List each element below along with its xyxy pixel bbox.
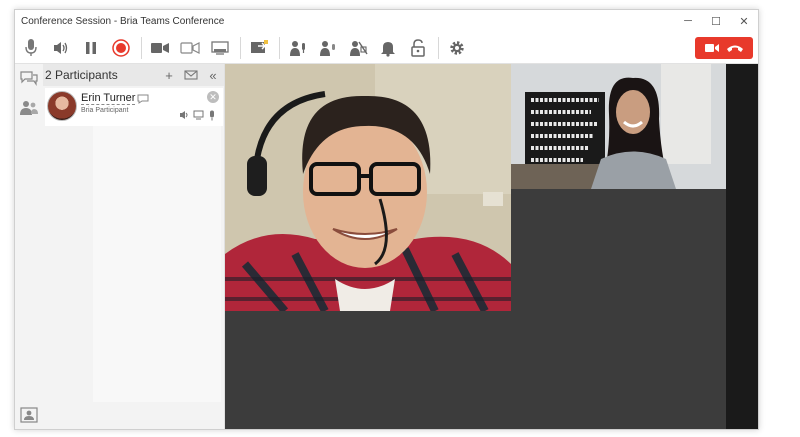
window-title: Conference Session - Bria Teams Conferen… <box>21 15 225 27</box>
lock-button[interactable] <box>406 35 430 61</box>
speaker-button[interactable] <box>49 35 73 61</box>
close-button[interactable]: ✕ <box>730 10 758 32</box>
hang-up-icon <box>726 45 743 52</box>
minimize-button[interactable]: ─ <box>674 10 702 32</box>
people-icon <box>20 101 38 115</box>
participant-name: Erin Turner <box>81 92 136 105</box>
record-icon <box>112 38 130 57</box>
invite-email-button[interactable] <box>180 64 202 86</box>
chat-icon[interactable] <box>137 91 149 109</box>
participant-row[interactable]: Erin Turner Bria Participant ✕ <box>45 88 223 126</box>
mute-participant-icon <box>320 40 335 56</box>
mute-all-icon <box>290 40 305 56</box>
toolbar-separator <box>279 36 280 59</box>
video-off-icon <box>180 41 200 54</box>
participants-header: 2 Participants + « <box>43 64 224 86</box>
video-camera-icon <box>151 42 169 53</box>
chat-bubbles-icon <box>20 71 38 86</box>
notifications-button[interactable] <box>376 35 400 61</box>
app-window: Conference Session - Bria Teams Conferen… <box>14 9 759 430</box>
pause-icon <box>86 41 96 54</box>
video-button[interactable] <box>148 35 172 61</box>
record-button[interactable] <box>109 35 133 61</box>
participants-panel: 2 Participants + « Erin Turner Bria Part… <box>43 64 225 429</box>
toolbar-separator <box>438 36 439 59</box>
participants-rail-button[interactable] <box>19 98 39 118</box>
gear-icon <box>450 40 464 55</box>
mute-all-button[interactable] <box>286 35 310 61</box>
collapse-panel-button[interactable]: « <box>202 64 224 86</box>
mute-video-button[interactable] <box>346 35 370 61</box>
end-call-button[interactable] <box>695 37 753 59</box>
bell-icon <box>381 41 395 57</box>
call-toolbar <box>15 32 758 64</box>
mute-video-icon <box>350 40 368 56</box>
chat-rail-button[interactable] <box>19 68 39 88</box>
share-content-button[interactable] <box>247 35 271 61</box>
mute-participant-button[interactable] <box>316 35 340 61</box>
participant-role: Bria Participant <box>81 107 129 114</box>
remove-participant-button[interactable]: ✕ <box>207 91 219 103</box>
secondary-video-feed[interactable] <box>511 64 726 189</box>
envelope-icon <box>184 70 198 80</box>
contact-card-icon <box>20 407 38 423</box>
avatar <box>47 91 77 121</box>
participant-controls <box>177 109 219 121</box>
share-content-icon <box>251 39 268 53</box>
main-video-feed[interactable] <box>225 64 511 311</box>
toolbar-separator <box>240 36 241 59</box>
microphone-button[interactable] <box>19 35 43 61</box>
maximize-button[interactable]: ☐ <box>702 10 730 32</box>
speaker-icon[interactable] <box>177 109 191 121</box>
screen-icon[interactable] <box>191 109 205 121</box>
microphone-icon[interactable] <box>205 109 219 121</box>
video-area <box>225 64 758 429</box>
left-rail <box>15 64 43 429</box>
contact-card-button[interactable] <box>19 405 39 425</box>
speaker-icon <box>54 41 68 54</box>
add-participant-button[interactable]: + <box>158 64 180 86</box>
screen-share-button[interactable] <box>208 35 232 61</box>
participants-count: 2 Participants <box>45 68 118 82</box>
video-off-button[interactable] <box>178 35 202 61</box>
panel-empty-area <box>93 126 221 402</box>
hold-button[interactable] <box>79 35 103 61</box>
toolbar-separator <box>141 36 142 59</box>
video-camera-icon <box>704 44 719 52</box>
microphone-icon <box>25 38 37 56</box>
video-side-strip <box>726 64 758 429</box>
lock-icon <box>411 38 425 57</box>
screen-share-icon <box>211 40 229 55</box>
settings-button[interactable] <box>445 35 469 61</box>
title-bar: Conference Session - Bria Teams Conferen… <box>15 10 758 32</box>
